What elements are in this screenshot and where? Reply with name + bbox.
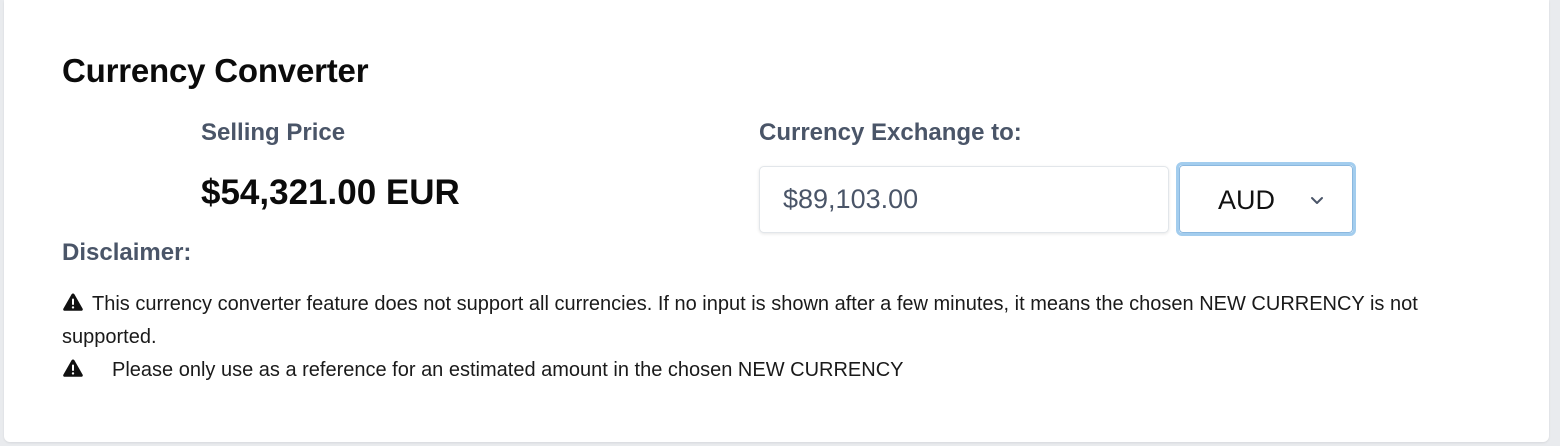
currency-select[interactable]: AUD xyxy=(1176,162,1356,236)
disclaimer-note: This currency converter feature does not… xyxy=(62,288,1482,354)
disclaimer-note-text: Please only use as a reference for an es… xyxy=(112,359,904,381)
disclaimer-note: Please only use as a reference for an es… xyxy=(62,354,1482,387)
disclaimer-notes: This currency converter feature does not… xyxy=(62,288,1482,387)
page-title: Currency Converter xyxy=(62,52,369,89)
converted-amount-field[interactable] xyxy=(759,166,1169,233)
disclaimer-note-text: This currency converter feature does not… xyxy=(62,293,1418,348)
currency-exchange-label: Currency Exchange to: xyxy=(759,119,1022,146)
selected-currency: AUD xyxy=(1218,185,1276,215)
disclaimer-label: Disclaimer: xyxy=(62,239,192,266)
currency-converter-card: Currency Converter Selling Price $54,321… xyxy=(4,0,1549,442)
warning-triangle-icon xyxy=(63,359,83,377)
warning-triangle-icon xyxy=(63,293,83,311)
selling-price-label: Selling Price xyxy=(201,119,346,146)
selling-price-value: $54,321.00 EUR xyxy=(201,173,460,212)
chevron-down-icon xyxy=(1311,197,1323,204)
